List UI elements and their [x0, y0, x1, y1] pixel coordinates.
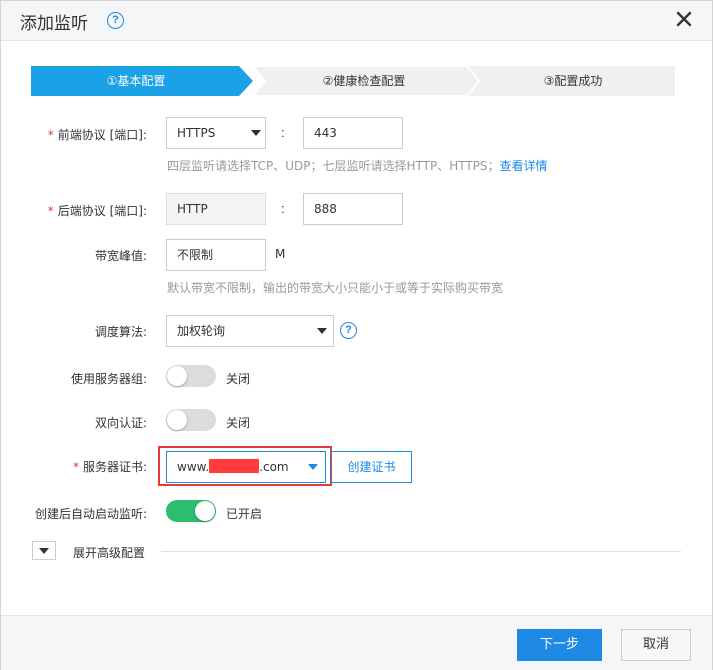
- required-mark: *: [47, 128, 54, 142]
- mutual-auth-label: 双向认证:: [94, 416, 147, 430]
- server-group-toggle[interactable]: [166, 365, 216, 387]
- algorithm-label: 调度算法:: [94, 325, 147, 339]
- caret-down-icon: [39, 548, 49, 554]
- backend-port-input[interactable]: 888: [303, 193, 403, 225]
- bandwidth-label: 带宽峰值:: [94, 249, 147, 263]
- close-icon[interactable]: [675, 10, 693, 28]
- view-details-link[interactable]: 查看详情: [500, 159, 548, 173]
- algorithm-help-icon[interactable]: ?: [340, 322, 357, 339]
- chevron-down-icon: [317, 328, 327, 334]
- add-listener-dialog: 添加监听 ? ①基本配置 ②健康检查配置 ③配置成功 * 前端协议 [端口]: H…: [0, 0, 713, 670]
- toggle-knob: [167, 410, 187, 430]
- auto-start-toggle[interactable]: [166, 500, 216, 522]
- toggle-knob: [167, 366, 187, 386]
- required-mark: *: [47, 204, 54, 218]
- server-group-state: 关闭: [226, 372, 251, 386]
- certificate-select[interactable]: www. .com: [166, 451, 326, 483]
- algorithm-select[interactable]: 加权轮询: [166, 315, 334, 347]
- create-certificate-button[interactable]: 创建证书: [331, 451, 412, 483]
- required-mark: *: [72, 460, 79, 474]
- bandwidth-unit: M: [275, 247, 286, 261]
- certificate-label: * 服务器证书:: [72, 460, 147, 474]
- port-separator: :: [281, 125, 285, 140]
- expand-advanced-button[interactable]: [32, 541, 56, 560]
- backend-protocol-field: HTTP: [166, 193, 266, 225]
- auto-start-state: 已开启: [226, 507, 263, 521]
- mutual-auth-state: 关闭: [226, 416, 251, 430]
- chevron-down-icon: [251, 130, 261, 136]
- bandwidth-hint: 默认带宽不限制，输出的带宽大小只能小于或等于实际购买带宽: [167, 281, 504, 295]
- steps: ①基本配置 ②健康检查配置 ③配置成功: [31, 66, 675, 96]
- cancel-button[interactable]: 取消: [621, 629, 691, 661]
- dialog-title: 添加监听: [20, 14, 88, 34]
- server-group-label: 使用服务器组:: [70, 372, 147, 386]
- mutual-auth-toggle[interactable]: [166, 409, 216, 431]
- dialog-header: 添加监听 ?: [1, 1, 712, 41]
- expand-advanced-link[interactable]: 展开高级配置: [73, 544, 145, 561]
- chevron-down-icon: [308, 464, 318, 470]
- frontend-port-input[interactable]: 443: [303, 117, 403, 149]
- frontend-protocol-select[interactable]: HTTPS: [166, 117, 266, 149]
- frontend-protocol-hint: 四层监听请选择TCP、UDP；七层监听请选择HTTP、HTTPS；查看详情: [167, 159, 548, 173]
- frontend-protocol-label: * 前端协议 [端口]:: [47, 128, 147, 142]
- port-separator: :: [281, 201, 285, 216]
- bandwidth-input[interactable]: 不限制: [166, 239, 266, 271]
- redaction-mark: [209, 459, 260, 473]
- step-basic-config: ①基本配置: [106, 74, 166, 88]
- help-icon[interactable]: ?: [107, 12, 124, 29]
- divider: [161, 551, 681, 552]
- dialog-footer: 下一步 取消: [1, 615, 712, 670]
- auto-start-label: 创建后自动启动监听:: [34, 507, 147, 521]
- step-success: ③配置成功: [543, 74, 603, 88]
- toggle-knob: [195, 501, 215, 521]
- step-health-check: ②健康检查配置: [322, 74, 406, 88]
- next-button[interactable]: 下一步: [517, 629, 602, 661]
- frontend-protocol-value: HTTPS: [177, 126, 216, 140]
- backend-protocol-label: * 后端协议 [端口]:: [47, 204, 147, 218]
